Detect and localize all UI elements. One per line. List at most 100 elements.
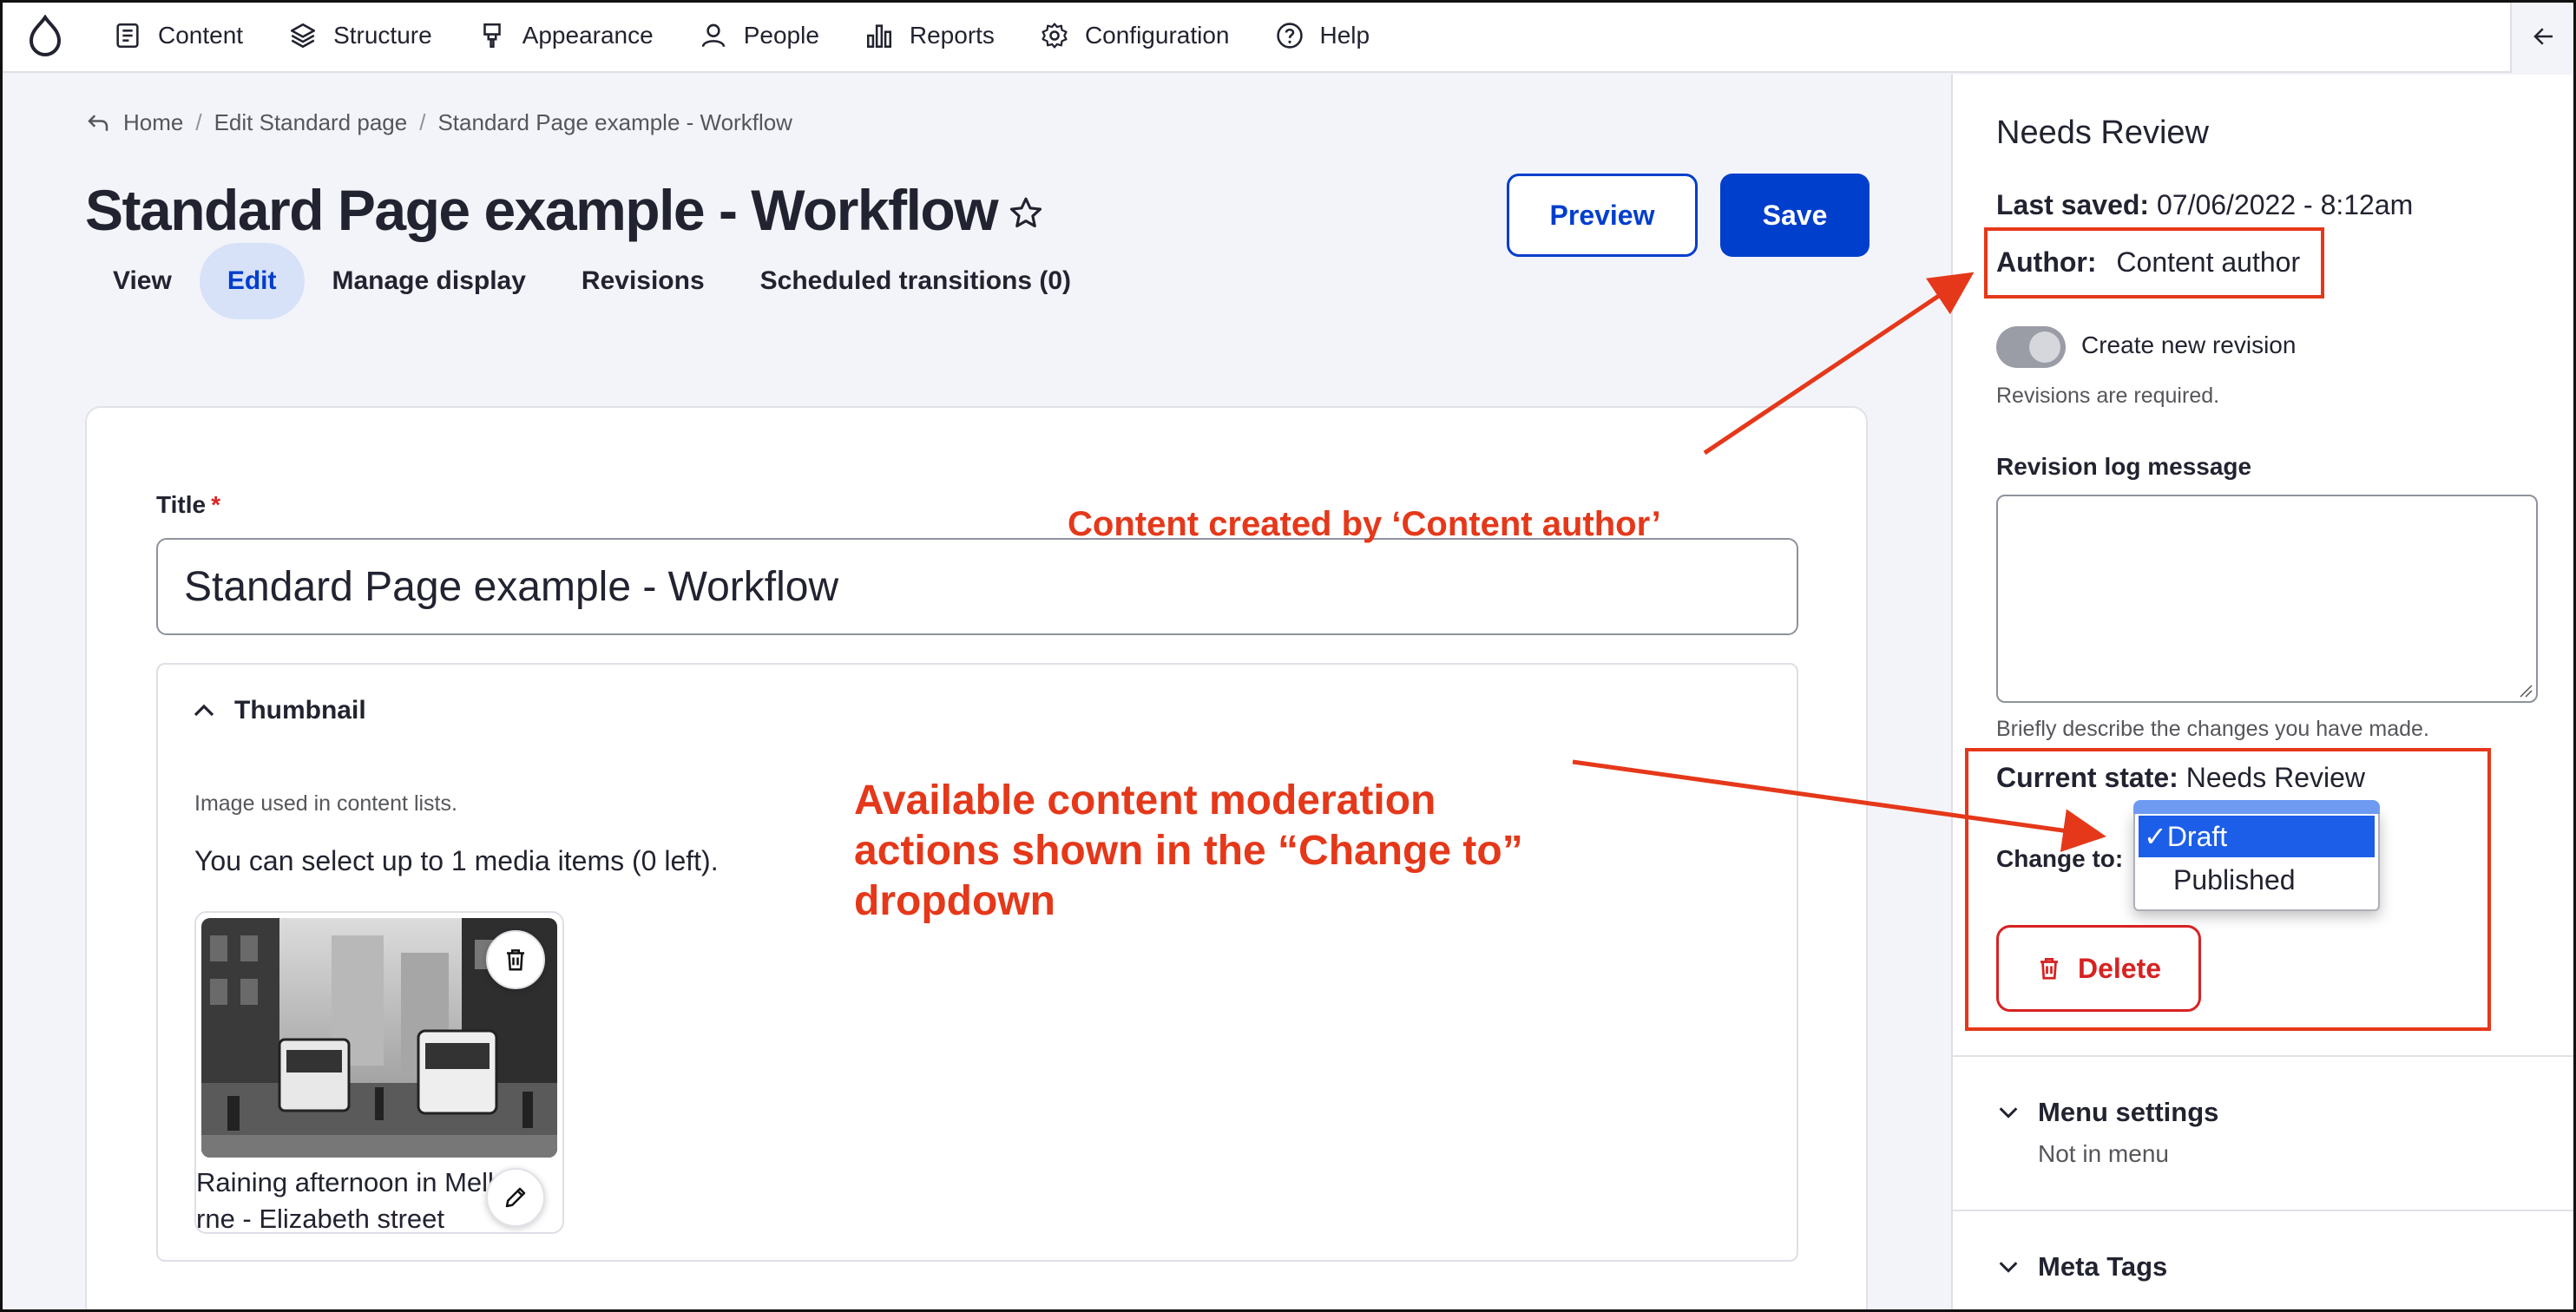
- revision-log-hint: Briefly describe the changes you have ma…: [1996, 717, 2429, 741]
- menu-settings-label: Menu settings: [2038, 1097, 2219, 1127]
- resize-handle-icon[interactable]: [2517, 682, 2533, 698]
- meta-tags-summary[interactable]: Meta Tags: [1996, 1251, 2167, 1282]
- title-input-value: Standard Page example - Workflow: [184, 563, 839, 610]
- person-icon: [701, 23, 726, 48]
- title-input[interactable]: Standard Page example - Workflow: [156, 538, 1798, 635]
- toolbar-item-help[interactable]: Help: [1252, 0, 1393, 72]
- tab-manage-display[interactable]: Manage display: [305, 243, 554, 319]
- toolbar-item-people[interactable]: People: [676, 0, 842, 72]
- collapse-sidebar-button[interactable]: [2510, 0, 2576, 73]
- arrow-left-icon: [2533, 28, 2553, 45]
- media-item: Raining afternoon in Melbou rne - Elizab…: [194, 911, 564, 1234]
- current-state-label: Current state:: [1996, 762, 2178, 793]
- trash-icon: [2040, 958, 2058, 980]
- annotation-dropdown-note-line: dropdown: [854, 878, 1055, 924]
- chevron-down-icon: [1999, 1262, 2018, 1273]
- revision-hint: Revisions are required.: [1996, 384, 2220, 408]
- annotation-author-note: Content created by ‘Content author’: [1068, 505, 1661, 543]
- required-marker: *: [211, 491, 220, 518]
- sidebar-divider: [1953, 1210, 2576, 1211]
- help-icon: [1276, 23, 1303, 49]
- pencil-icon: [505, 1187, 526, 1208]
- document-icon: [116, 23, 139, 49]
- thumbnail-description: Image used in content lists.: [194, 791, 457, 816]
- toolbar-item-configuration[interactable]: Configuration: [1017, 0, 1252, 72]
- meta-tags-label: Meta Tags: [2038, 1251, 2168, 1282]
- breadcrumb-edit-standard-page[interactable]: Edit Standard page: [214, 109, 408, 136]
- menu-settings-summary[interactable]: Menu settings: [1996, 1097, 2218, 1128]
- last-saved-value: 07/06/2022 - 8:12am: [2156, 189, 2414, 220]
- tab-edit[interactable]: Edit: [199, 243, 305, 319]
- change-to-option-published[interactable]: Published: [2139, 859, 2375, 901]
- author: Author: Content author: [1996, 246, 2300, 279]
- thumbnail-summary[interactable]: Thumbnail: [191, 696, 366, 725]
- toolbar-item-reports[interactable]: Reports: [842, 0, 1017, 72]
- media-limit-text: You can select up to 1 media items (0 le…: [194, 845, 719, 876]
- current-state-value: Needs Review: [2185, 762, 2366, 793]
- breadcrumb-separator: /: [419, 109, 426, 135]
- chevron-down-icon: [1999, 1107, 2018, 1118]
- delete-label: Delete: [2077, 952, 2162, 984]
- layers-icon: [291, 23, 316, 49]
- revision-log-textarea[interactable]: [1996, 495, 2538, 703]
- preview-button[interactable]: Preview: [1507, 174, 1698, 257]
- tab-revisions[interactable]: Revisions: [554, 243, 733, 319]
- toolbar-item-appearance[interactable]: Appearance: [455, 0, 676, 72]
- drupal-logo-icon[interactable]: [0, 0, 90, 72]
- breadcrumb-separator: /: [195, 109, 202, 135]
- title-label-text: Title: [156, 491, 207, 518]
- toolbar-item-label: Configuration: [1084, 22, 1230, 49]
- star-icon[interactable]: [1007, 194, 1045, 233]
- select-focus-ring: [2133, 800, 2380, 814]
- change-to-select[interactable]: ✓ Draft Published: [2133, 800, 2380, 911]
- toolbar-item-label: Reports: [909, 22, 995, 49]
- menu-settings-value: Not in menu: [2038, 1140, 2169, 1167]
- thumbnail-details: Thumbnail Image used in content lists. Y…: [156, 663, 1798, 1262]
- annotation-dropdown-note-line: actions shown in the “Change to”: [854, 828, 1523, 874]
- edit-media-button[interactable]: [486, 1168, 545, 1227]
- brush-icon: [483, 23, 501, 49]
- breadcrumb-current: Standard Page example - Workflow: [437, 109, 792, 135]
- title-label: Title *: [156, 491, 220, 519]
- page-title: Standard Page example - Workflow: [85, 178, 999, 242]
- annotation-dropdown-note: Available content moderation actions sho…: [854, 776, 1653, 927]
- bar-chart-icon: [866, 24, 891, 49]
- gear-icon: [1042, 23, 1068, 49]
- current-state: Current state: Needs Review: [1996, 762, 2365, 794]
- toolbar-item-label: Content: [158, 22, 244, 49]
- tab-scheduled-transitions[interactable]: Scheduled transitions (0): [733, 243, 1099, 319]
- toolbar-item-structure[interactable]: Structure: [266, 0, 455, 72]
- tab-view[interactable]: View: [85, 243, 200, 319]
- change-to-option-draft[interactable]: ✓ Draft: [2139, 816, 2375, 857]
- meta-sidebar: Needs Review Last saved: 07/06/2022 - 8:…: [1951, 75, 2576, 1312]
- save-button[interactable]: Save: [1720, 174, 1870, 257]
- last-saved-label: Last saved:: [1996, 189, 2150, 220]
- toolbar-item-label: Help: [1319, 22, 1370, 49]
- author-label: Author:: [1996, 246, 2097, 278]
- toolbar-item-label: Appearance: [522, 22, 654, 49]
- annotation-dropdown-note-line: Available content moderation: [854, 777, 1436, 823]
- local-tasks-tabs: View Edit Manage display Revisions Sched…: [85, 243, 1099, 319]
- toolbar-item-label: Structure: [333, 22, 432, 49]
- trash-icon: [507, 949, 524, 971]
- checkmark-icon: ✓: [2144, 821, 2167, 852]
- change-to-label: Change to:: [1996, 845, 2124, 872]
- last-saved: Last saved: 07/06/2022 - 8:12am: [1996, 189, 2413, 221]
- chevron-up-icon: [194, 704, 214, 717]
- toolbar-item-label: People: [743, 22, 819, 49]
- main-content: Home / Edit Standard page / Standard Pag…: [0, 75, 1951, 1312]
- toolbar-item-content[interactable]: Content: [90, 0, 266, 72]
- delete-button[interactable]: Delete: [1996, 925, 2201, 1012]
- thumbnail-summary-label: Thumbnail: [234, 696, 366, 725]
- moderation-state-heading: Needs Review: [1996, 115, 2209, 151]
- breadcrumb-home[interactable]: Home: [123, 109, 183, 136]
- revision-log-label: Revision log message: [1996, 453, 2252, 480]
- option-label: Draft: [2166, 820, 2228, 852]
- remove-media-button[interactable]: [486, 930, 545, 989]
- create-revision-toggle[interactable]: [1996, 326, 2066, 368]
- author-value: Content author: [2116, 246, 2301, 278]
- breadcrumb: Home / Edit Standard page / Standard Pag…: [85, 109, 792, 136]
- back-arrow-icon: [88, 114, 108, 131]
- create-revision-label: Create new revision: [2081, 331, 2297, 358]
- sidebar-divider: [1953, 1055, 2576, 1057]
